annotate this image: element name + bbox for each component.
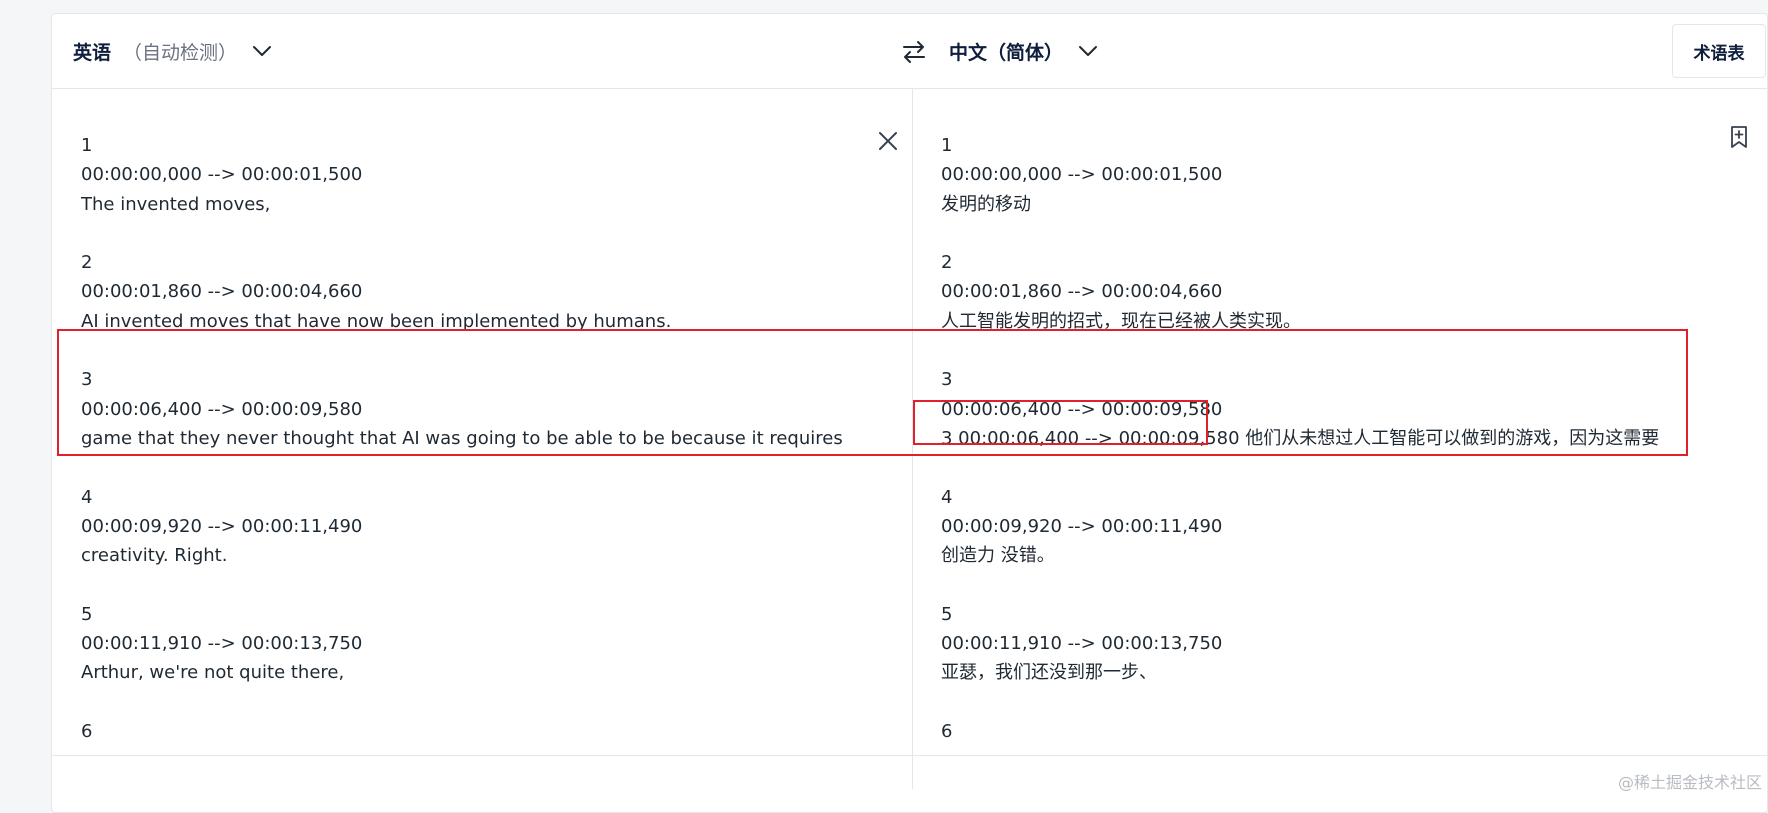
source-line: AI invented moves that have now been imp… xyxy=(81,310,672,332)
target-line xyxy=(941,570,1659,599)
watermark: @稀土掘金技术社区 xyxy=(1617,773,1762,792)
bookmark-add-icon[interactable] xyxy=(1726,124,1752,150)
target-line: 00:00:06,400 --> 00:00:09,580 xyxy=(941,398,1223,420)
close-icon[interactable] xyxy=(875,128,901,154)
source-line: game that they never thought that AI was… xyxy=(81,427,843,449)
swap-icon[interactable] xyxy=(900,38,928,66)
target-line: 发明的移动 xyxy=(941,193,1031,215)
translated-text: 1 00:00:00,000 --> 00:00:01,500 发明的移动 2 00:… xyxy=(941,131,1659,739)
target-line xyxy=(941,688,1659,717)
source-language-selector[interactable]: 英语 （自动检测） xyxy=(73,14,273,88)
chevron-down-icon xyxy=(1079,46,1098,56)
source-line xyxy=(81,453,843,482)
target-line: 5 xyxy=(941,603,953,625)
target-line: 2 xyxy=(941,252,953,274)
source-line: The invented moves, xyxy=(81,193,271,215)
source-line: 00:00:09,920 --> 00:00:11,490 xyxy=(81,515,363,537)
target-line: 00:00:11,910 --> 00:00:13,750 xyxy=(941,633,1223,655)
target-line: 00:00:00,000 --> 00:00:01,500 xyxy=(941,164,1223,186)
source-line xyxy=(81,336,843,365)
source-line: creativity. Right. xyxy=(81,545,228,567)
target-line: 00:00:01,860 --> 00:00:04,660 xyxy=(941,281,1223,303)
target-language-name: 中文（简体） xyxy=(949,41,1064,64)
source-line xyxy=(81,219,843,248)
glossary-button[interactable]: 术语表 xyxy=(1672,24,1766,78)
source-line: 1 xyxy=(81,135,93,156)
source-language-detect-label: （自动检测） xyxy=(123,41,238,64)
target-line: 亚瑟，我们还没到那一步、 xyxy=(941,662,1157,684)
source-line xyxy=(81,570,843,599)
chevron-down-icon xyxy=(253,46,272,56)
target-line: 1 xyxy=(941,135,953,156)
source-line xyxy=(81,688,843,717)
source-text-panel[interactable]: 1 00:00:00,000 --> 00:00:01,500 The invent… xyxy=(52,89,912,739)
target-line: 3 00:00:06,400 --> 00:00:09,580 他们从未想过人工… xyxy=(941,427,1660,449)
source-line: 5 xyxy=(81,603,93,625)
target-line xyxy=(941,336,1659,365)
target-line: 人工智能发明的招式，现在已经被人类实现。 xyxy=(941,310,1301,332)
target-language-selector[interactable]: 中文（简体） xyxy=(949,14,1099,88)
source-line: 4 xyxy=(81,486,93,508)
target-line xyxy=(941,453,1659,482)
source-line: Arthur, we're not quite there, xyxy=(81,662,345,684)
target-line: 3 xyxy=(941,369,953,391)
source-line: 00:00:01,860 --> 00:00:04,660 xyxy=(81,281,363,303)
target-line xyxy=(941,219,1659,248)
source-text[interactable]: 1 00:00:00,000 --> 00:00:01,500 The invent… xyxy=(81,131,843,739)
source-line: 6 xyxy=(81,720,93,739)
target-line: 4 xyxy=(941,486,953,508)
translator-header: 英语 （自动检测） 中文（简体） 术语表 xyxy=(52,14,1768,89)
translator-card: 英语 （自动检测） 中文（简体） 术语表 1 00:00:00,000 --> 0… xyxy=(51,13,1768,813)
source-line: 00:00:06,400 --> 00:00:09,580 xyxy=(81,398,363,420)
source-line: 00:00:11,910 --> 00:00:13,750 xyxy=(81,633,363,655)
source-line: 3 xyxy=(81,369,93,391)
target-line: 创造力 没错。 xyxy=(941,545,1055,567)
target-line: 00:00:09,920 --> 00:00:11,490 xyxy=(941,515,1223,537)
source-line: 00:00:00,000 --> 00:00:01,500 xyxy=(81,164,363,186)
source-line: 2 xyxy=(81,252,93,274)
footer-divider xyxy=(52,755,1768,756)
target-line: 6 xyxy=(941,720,953,739)
target-text-panel: 1 00:00:00,000 --> 00:00:01,500 发明的移动 2 00:… xyxy=(913,89,1768,739)
source-language-name: 英语 xyxy=(73,41,112,64)
